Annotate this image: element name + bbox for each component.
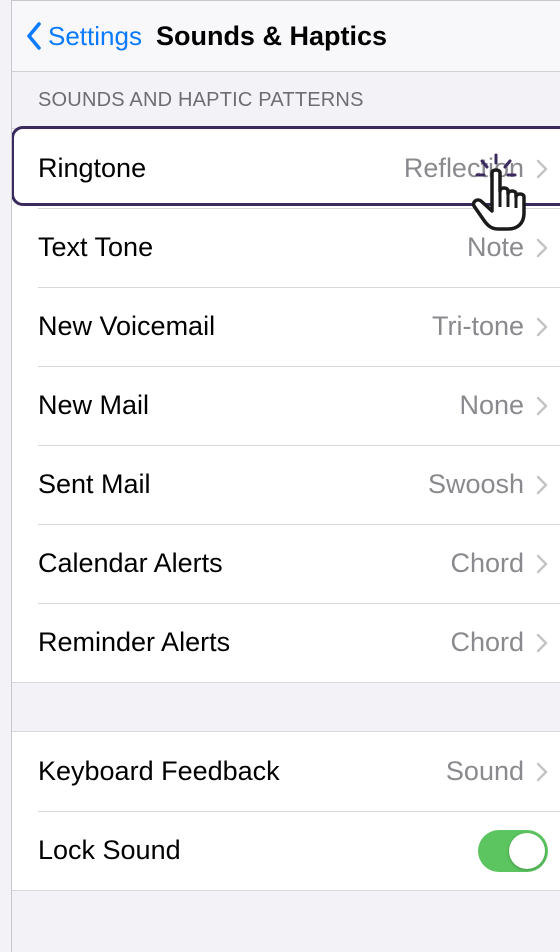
chevron-right-icon	[536, 238, 548, 258]
row-label: Calendar Alerts	[38, 548, 223, 578]
row-keyboard-feedback[interactable]: Keyboard Feedback Sound	[12, 732, 560, 811]
row-label: Ringtone	[38, 153, 147, 183]
row-sent-mail[interactable]: Sent Mail Swoosh	[12, 445, 560, 524]
chevron-right-icon	[536, 317, 548, 337]
back-button[interactable]: Settings	[26, 21, 142, 52]
row-label: Lock Sound	[38, 835, 181, 865]
chevron-right-icon	[536, 475, 548, 495]
row-label: Sent Mail	[38, 469, 151, 499]
chevron-right-icon	[536, 633, 548, 653]
row-label: New Mail	[38, 390, 150, 420]
row-value: Chord	[450, 627, 524, 657]
row-value: Swoosh	[427, 469, 524, 499]
row-value: Note	[466, 232, 524, 262]
row-label: Reminder Alerts	[38, 627, 231, 657]
row-value: Reflection	[403, 153, 524, 183]
row-label: New Voicemail	[38, 311, 216, 341]
chevron-left-icon	[27, 22, 41, 50]
chevron-right-icon	[536, 762, 548, 782]
page-title: Sounds & Haptics	[155, 20, 387, 51]
chevron-right-icon	[536, 396, 548, 416]
row-value: Chord	[450, 548, 524, 578]
back-button-label: Settings	[48, 20, 142, 51]
row-value: Sound	[445, 756, 524, 786]
toggle-knob	[509, 832, 545, 869]
chevron-right-icon	[536, 554, 548, 574]
row-calendar-alerts[interactable]: Calendar Alerts Chord	[12, 524, 560, 603]
lock-sound-toggle[interactable]	[478, 829, 548, 872]
row-label: Keyboard Feedback	[38, 756, 280, 786]
sounds-group: Ringtone Reflection Text Tone Note New V…	[12, 129, 560, 683]
row-reminder-alerts[interactable]: Reminder Alerts Chord	[12, 603, 560, 682]
row-lock-sound: Lock Sound	[12, 811, 560, 890]
row-value: None	[459, 390, 524, 420]
row-value: Tri-tone	[431, 311, 524, 341]
row-text-tone[interactable]: Text Tone Note	[12, 208, 560, 287]
section-header: SOUNDS AND HAPTIC PATTERNS	[12, 72, 560, 129]
row-new-mail[interactable]: New Mail None	[12, 366, 560, 445]
chevron-right-icon	[536, 159, 548, 179]
row-new-voicemail[interactable]: New Voicemail Tri-tone	[12, 287, 560, 366]
feedback-group: Keyboard Feedback Sound Lock Sound	[12, 731, 560, 891]
settings-screen: Settings Sounds & Haptics SOUNDS AND HAP…	[11, 0, 560, 952]
row-ringtone[interactable]: Ringtone Reflection	[12, 129, 560, 208]
row-label: Text Tone	[38, 232, 154, 262]
navigation-bar: Settings Sounds & Haptics	[12, 1, 560, 72]
